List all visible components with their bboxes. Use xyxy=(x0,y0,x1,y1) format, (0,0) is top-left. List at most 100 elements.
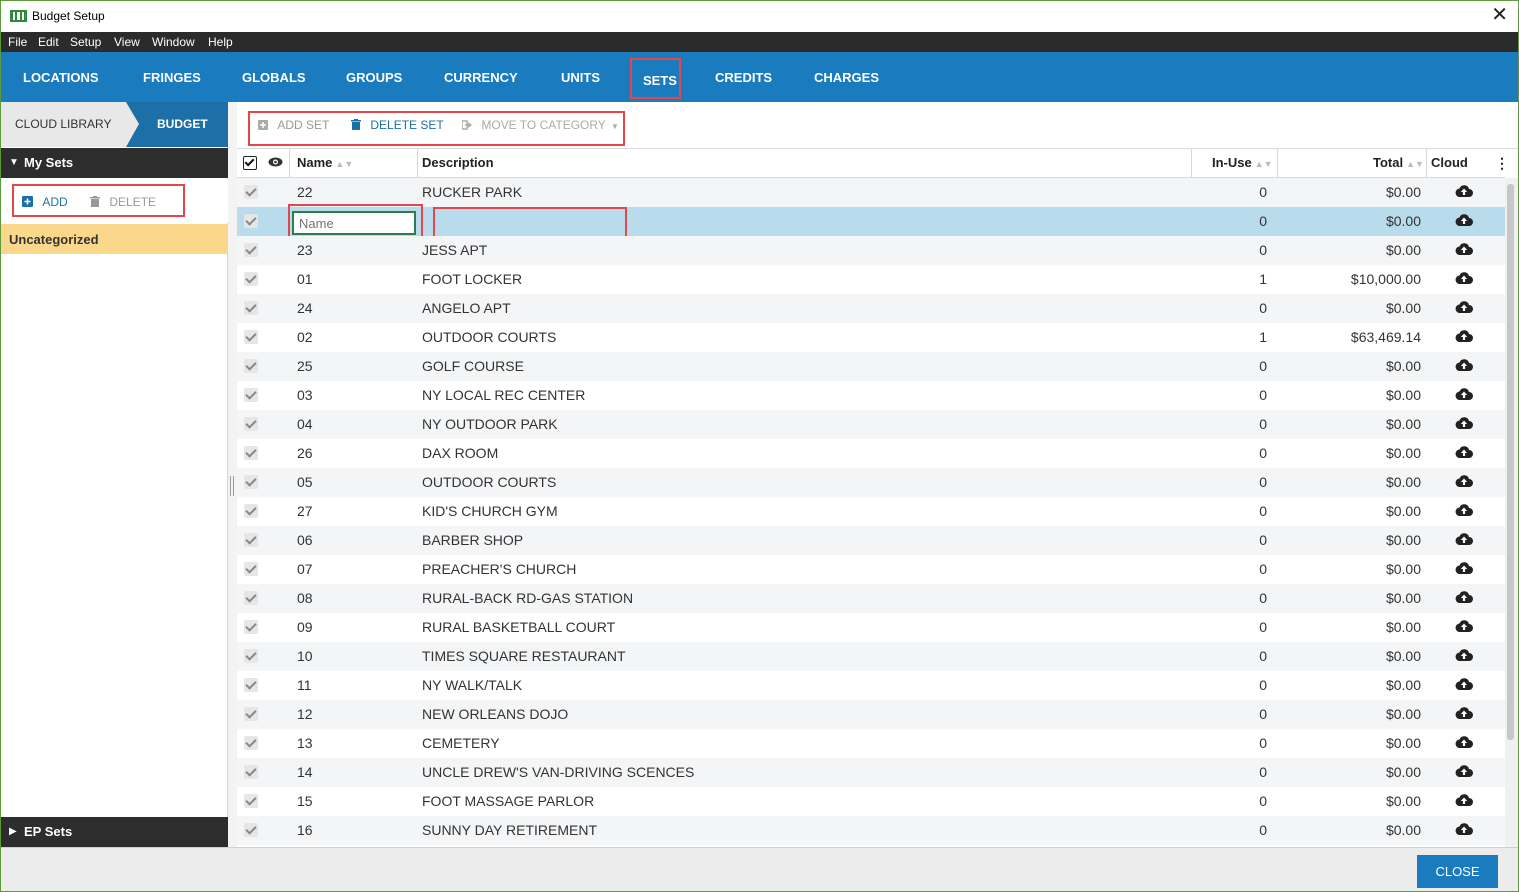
tab-currency[interactable]: CURRENCY xyxy=(444,70,518,85)
row-description[interactable]: UNCLE DREW'S VAN-DRIVING SCENCES xyxy=(422,764,694,780)
table-row[interactable]: 02 OUTDOOR COURTS 1 $63,469.14 xyxy=(237,323,1505,352)
header-in-use[interactable]: In-Use ▲▼ xyxy=(1212,155,1273,170)
new-set-row[interactable]: 0 $0.00 xyxy=(237,204,1505,241)
row-description[interactable]: PREACHER'S CHURCH xyxy=(422,561,576,577)
row-checkbox[interactable] xyxy=(244,359,258,373)
cloud-upload-icon[interactable] xyxy=(1455,387,1473,401)
row-description[interactable]: RURAL-BACK RD-GAS STATION xyxy=(422,590,633,606)
add-category-button[interactable]: ADD xyxy=(22,195,68,209)
table-row[interactable]: 08 RURAL-BACK RD-GAS STATION 0 $0.00 xyxy=(237,584,1505,613)
cloud-upload-icon[interactable] xyxy=(1455,445,1473,459)
row-checkbox[interactable] xyxy=(244,185,258,199)
menu-window[interactable]: Window xyxy=(152,35,195,49)
row-name[interactable]: 08 xyxy=(297,590,313,606)
menu-setup[interactable]: Setup xyxy=(70,35,101,49)
cloud-upload-icon[interactable] xyxy=(1455,822,1473,836)
row-name[interactable]: 25 xyxy=(297,358,313,374)
row-name[interactable]: 04 xyxy=(297,416,313,432)
add-set-button[interactable]: ADD SET xyxy=(258,118,329,132)
row-description[interactable]: SUNNY DAY RETIREMENT xyxy=(422,822,597,838)
tab-sets[interactable]: SETS xyxy=(630,58,681,99)
cloud-upload-icon[interactable] xyxy=(1455,706,1473,720)
close-button[interactable]: CLOSE xyxy=(1417,855,1498,888)
tab-locations[interactable]: LOCATIONS xyxy=(23,70,99,85)
breadcrumb-cloud-library[interactable]: CLOUD LIBRARY xyxy=(15,117,111,131)
scrollbar-thumb[interactable] xyxy=(1507,184,1514,740)
row-checkbox[interactable] xyxy=(244,301,258,315)
tab-fringes[interactable]: FRINGES xyxy=(143,70,201,85)
row-checkbox[interactable] xyxy=(244,678,258,692)
header-name[interactable]: Name ▲▼ xyxy=(297,155,353,170)
row-description[interactable]: BARBER SHOP xyxy=(422,532,523,548)
menu-edit[interactable]: Edit xyxy=(38,35,59,49)
row-description[interactable]: NY WALK/TALK xyxy=(422,677,522,693)
row-name[interactable]: 16 xyxy=(297,822,313,838)
row-checkbox[interactable] xyxy=(244,475,258,489)
row-checkbox[interactable] xyxy=(244,417,258,431)
row-description[interactable]: NY OUTDOOR PARK xyxy=(422,416,558,432)
table-row[interactable]: 05 OUTDOOR COURTS 0 $0.00 xyxy=(237,468,1505,497)
table-row[interactable]: 12 NEW ORLEANS DOJO 0 $0.00 xyxy=(237,700,1505,729)
cloud-upload-icon[interactable] xyxy=(1455,184,1473,198)
column-menu-icon[interactable]: ⋮ xyxy=(1495,155,1509,172)
row-description[interactable]: TIMES SQUARE RESTAURANT xyxy=(422,648,626,664)
row-checkbox[interactable] xyxy=(244,388,258,402)
cloud-upload-icon[interactable] xyxy=(1455,648,1473,662)
window-close-icon[interactable]: ✕ xyxy=(1491,4,1508,26)
row-checkbox[interactable] xyxy=(244,707,258,721)
row-description[interactable]: CEMETERY xyxy=(422,735,500,751)
row-description[interactable]: RURAL BASKETBALL COURT xyxy=(422,619,615,635)
row-name[interactable]: 14 xyxy=(297,764,313,780)
table-row[interactable]: 11 NY WALK/TALK 0 $0.00 xyxy=(237,671,1505,700)
cloud-upload-icon[interactable] xyxy=(1455,416,1473,430)
table-row[interactable]: 03 NY LOCAL REC CENTER 0 $0.00 xyxy=(237,381,1505,410)
row-name[interactable]: 07 xyxy=(297,561,313,577)
row-description[interactable]: GOLF COURSE xyxy=(422,358,524,374)
tab-charges[interactable]: CHARGES xyxy=(814,70,879,85)
cloud-upload-icon[interactable] xyxy=(1455,590,1473,604)
table-row[interactable]: 10 TIMES SQUARE RESTAURANT 0 $0.00 xyxy=(237,642,1505,671)
delete-set-button[interactable]: DELETE SET xyxy=(351,118,444,132)
row-name[interactable]: 23 xyxy=(297,242,313,258)
row-name[interactable]: 27 xyxy=(297,503,313,519)
table-row[interactable]: 04 NY OUTDOOR PARK 0 $0.00 xyxy=(237,410,1505,439)
cloud-upload-icon[interactable] xyxy=(1455,619,1473,633)
delete-category-button[interactable]: DELETE xyxy=(90,195,156,209)
row-checkbox[interactable] xyxy=(244,765,258,779)
cloud-upload-icon[interactable] xyxy=(1455,271,1473,285)
grid-scrollbar[interactable] xyxy=(1505,178,1518,847)
row-description[interactable]: RUCKER PARK xyxy=(422,184,522,200)
row-name[interactable]: 11 xyxy=(297,677,312,693)
table-row[interactable]: 25 GOLF COURSE 0 $0.00 xyxy=(237,352,1505,381)
cloud-upload-icon[interactable] xyxy=(1455,561,1473,575)
move-to-category-dropdown[interactable]: MOVE TO CATEGORY ▼ xyxy=(461,118,619,132)
row-description[interactable]: JESS APT xyxy=(422,242,487,258)
row-description[interactable]: DAX ROOM xyxy=(422,445,498,461)
row-description[interactable]: NY LOCAL REC CENTER xyxy=(422,387,585,403)
ep-sets-header[interactable]: ▶ EP Sets xyxy=(1,817,228,847)
menu-view[interactable]: View xyxy=(114,35,140,49)
row-name[interactable]: 22 xyxy=(297,184,313,200)
category-uncategorized[interactable]: Uncategorized xyxy=(1,224,228,254)
row-description[interactable]: OUTDOOR COURTS xyxy=(422,329,556,345)
table-row[interactable]: 01 FOOT LOCKER 1 $10,000.00 xyxy=(237,265,1505,294)
header-description[interactable]: Description xyxy=(422,155,494,170)
row-name[interactable]: 06 xyxy=(297,532,313,548)
cloud-upload-icon[interactable] xyxy=(1455,677,1473,691)
table-row[interactable]: 27 KID'S CHURCH GYM 0 $0.00 xyxy=(237,497,1505,526)
cloud-upload-icon[interactable] xyxy=(1455,793,1473,807)
row-checkbox[interactable] xyxy=(244,591,258,605)
select-all-checkbox[interactable] xyxy=(243,156,257,170)
row-checkbox[interactable] xyxy=(244,272,258,286)
tab-units[interactable]: UNITS xyxy=(561,70,600,85)
row-checkbox[interactable] xyxy=(244,504,258,518)
row-description[interactable]: FOOT MASSAGE PARLOR xyxy=(422,793,594,809)
header-total[interactable]: Total ▲▼ xyxy=(1373,155,1424,170)
cloud-upload-icon[interactable] xyxy=(1455,358,1473,372)
table-row[interactable]: 06 BARBER SHOP 0 $0.00 xyxy=(237,526,1505,555)
eye-icon[interactable] xyxy=(268,157,283,167)
row-checkbox[interactable] xyxy=(244,562,258,576)
panel-splitter[interactable] xyxy=(228,102,237,847)
row-description[interactable]: KID'S CHURCH GYM xyxy=(422,503,558,519)
table-row[interactable]: 23 JESS APT 0 $0.00 xyxy=(237,236,1505,265)
